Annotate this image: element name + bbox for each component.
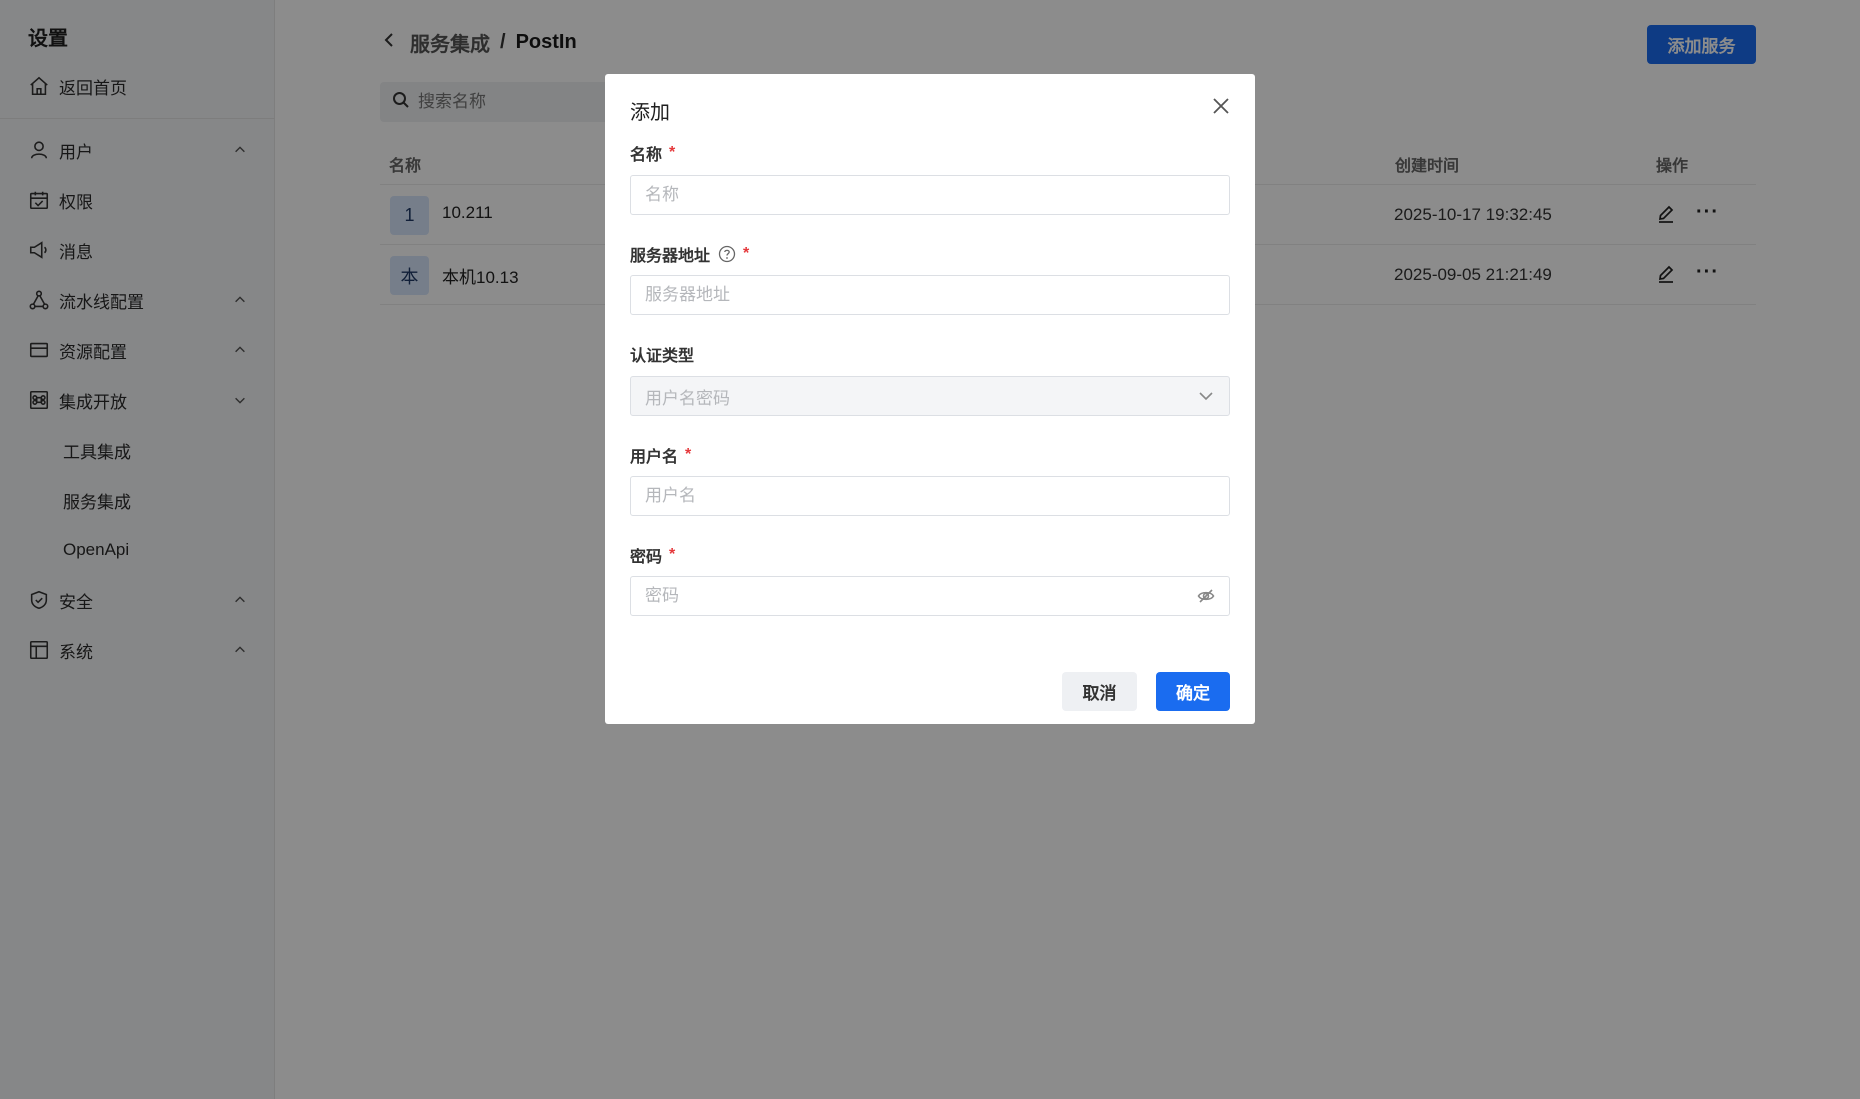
name-label: 名称 *	[630, 141, 675, 165]
password-input[interactable]	[645, 586, 1165, 606]
username-label: 用户名 *	[630, 443, 691, 467]
name-label-text: 名称	[630, 147, 663, 164]
add-service-dialog: 添加 名称 * 服务器地址 * 认证类型 用户名密码 用户名 * 密码 * 取消…	[605, 74, 1255, 724]
dialog-title: 添加	[630, 102, 670, 124]
password-field[interactable]	[630, 576, 1230, 616]
password-label-text: 密码	[630, 549, 663, 566]
auth-type-label: 认证类型	[630, 342, 694, 366]
auth-type-label-text: 认证类型	[630, 348, 695, 365]
password-label: 密码 *	[630, 543, 675, 567]
cancel-button[interactable]: 取消	[1062, 672, 1137, 711]
required-mark: *	[743, 245, 750, 262]
eye-off-icon[interactable]	[1197, 587, 1217, 607]
confirm-button[interactable]: 确定	[1156, 672, 1230, 711]
close-icon[interactable]	[1211, 96, 1233, 118]
auth-type-select[interactable]: 用户名密码	[630, 376, 1230, 416]
server-label: 服务器地址 *	[630, 242, 749, 266]
required-mark: *	[669, 546, 676, 563]
name-input[interactable]	[645, 185, 1165, 205]
name-field[interactable]	[630, 175, 1230, 215]
help-circle-icon[interactable]	[718, 245, 736, 263]
username-input[interactable]	[645, 486, 1165, 506]
server-label-text: 服务器地址	[630, 248, 711, 265]
server-address-input[interactable]	[645, 285, 1165, 305]
username-label-text: 用户名	[630, 449, 679, 466]
server-address-field[interactable]	[630, 275, 1230, 315]
required-mark: *	[669, 144, 676, 161]
username-field[interactable]	[630, 476, 1230, 516]
required-mark: *	[685, 446, 692, 463]
chevron-down-icon	[1197, 387, 1217, 407]
auth-type-value: 用户名密码	[645, 388, 730, 408]
